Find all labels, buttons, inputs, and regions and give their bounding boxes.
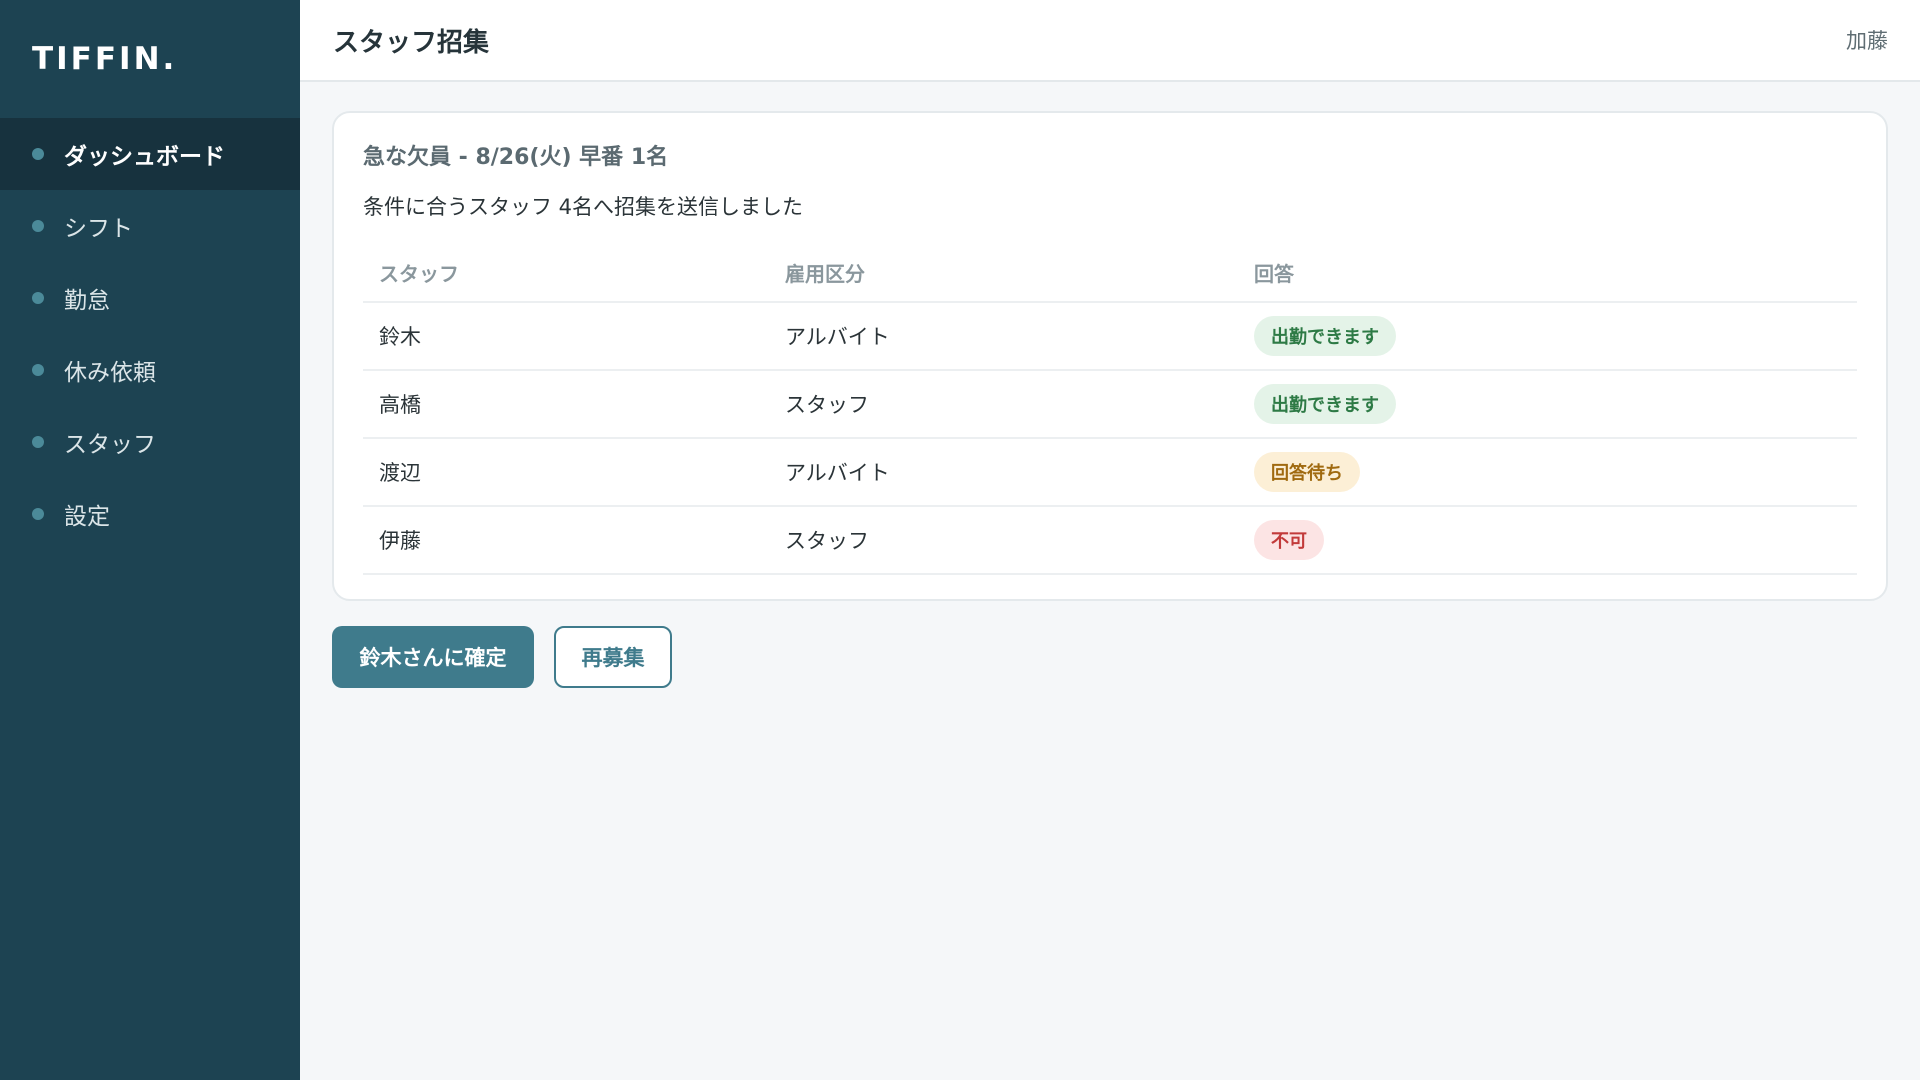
response-cell: 出勤できます	[1238, 370, 1857, 439]
dot-icon	[32, 148, 44, 160]
sidebar-nav: ダッシュボード シフト 勤怠 休み依頼 スタッフ 設定	[0, 118, 300, 550]
dot-icon	[32, 364, 44, 376]
dot-icon	[32, 508, 44, 520]
employment-type: スタッフ	[769, 506, 1238, 575]
response-cell: 出勤できます	[1238, 302, 1857, 371]
sidebar-item-staff[interactable]: スタッフ	[0, 406, 300, 478]
main-area: スタッフ招集 加藤 急な欠員 - 8/26(火) 早番 1名 条件に合うスタッフ…	[300, 0, 1920, 1080]
re-recruit-button[interactable]: 再募集	[554, 626, 672, 688]
sidebar-item-label: スタッフ	[64, 432, 156, 458]
employment-type: スタッフ	[769, 370, 1238, 439]
column-header-employment-type: 雇用区分	[769, 243, 1238, 303]
sidebar-item-dashboard[interactable]: ダッシュボード	[0, 118, 300, 190]
user-name[interactable]: 加藤	[1846, 25, 1888, 55]
table-row: 高橋 スタッフ 出勤できます	[363, 370, 1857, 439]
action-bar: 鈴木さんに確定 再募集	[332, 626, 1888, 688]
column-header-staff: スタッフ	[363, 243, 769, 303]
status-badge: 出勤できます	[1254, 316, 1396, 356]
status-badge: 回答待ち	[1254, 452, 1360, 492]
dot-icon	[32, 436, 44, 448]
recruitment-card: 急な欠員 - 8/26(火) 早番 1名 条件に合うスタッフ 4名へ招集を送信し…	[332, 111, 1888, 601]
page-title: スタッフ招集	[333, 27, 490, 58]
sidebar-item-label: シフト	[64, 216, 133, 242]
confirm-suzuki-button[interactable]: 鈴木さんに確定	[332, 626, 534, 688]
card-title: 急な欠員 - 8/26(火) 早番 1名	[363, 145, 669, 170]
dot-icon	[32, 220, 44, 232]
app-logo: TIFFIN.	[32, 41, 178, 77]
app-root: TIFFIN. ダッシュボード シフト 勤怠 休み依頼 スタッフ 設定 スタッフ…	[0, 0, 1920, 1080]
response-cell: 不可	[1238, 506, 1857, 575]
sidebar-item-label: 休み依頼	[64, 360, 156, 386]
response-cell: 回答待ち	[1238, 438, 1857, 507]
table-header-row: スタッフ 雇用区分 回答	[363, 243, 1857, 303]
sidebar-item-leave-requests[interactable]: 休み依頼	[0, 334, 300, 406]
dot-icon	[32, 292, 44, 304]
sidebar-item-label: ダッシュボード	[64, 144, 225, 170]
staff-name: 高橋	[363, 370, 769, 439]
sidebar-item-settings[interactable]: 設定	[0, 478, 300, 550]
table-row: 鈴木 アルバイト 出勤できます	[363, 302, 1857, 371]
status-badge: 不可	[1254, 520, 1324, 560]
content: 急な欠員 - 8/26(火) 早番 1名 条件に合うスタッフ 4名へ招集を送信し…	[300, 82, 1920, 688]
column-header-response: 回答	[1238, 243, 1857, 303]
staff-name: 鈴木	[363, 302, 769, 371]
table-row: 伊藤 スタッフ 不可	[363, 506, 1857, 575]
employment-type: アルバイト	[769, 438, 1238, 507]
sidebar-item-label: 設定	[64, 504, 110, 530]
table-row: 渡辺 アルバイト 回答待ち	[363, 438, 1857, 507]
top-bar: スタッフ招集 加藤	[300, 0, 1920, 82]
employment-type: アルバイト	[769, 302, 1238, 371]
sidebar-item-shift[interactable]: シフト	[0, 190, 300, 262]
card-description: 条件に合うスタッフ 4名へ招集を送信しました	[363, 195, 804, 219]
sidebar-item-label: 勤怠	[64, 288, 110, 314]
status-badge: 出勤できます	[1254, 384, 1396, 424]
staff-name: 渡辺	[363, 438, 769, 507]
sidebar-item-attendance[interactable]: 勤怠	[0, 262, 300, 334]
staff-response-table: スタッフ 雇用区分 回答 鈴木 アルバイト 出勤できます 高橋 スタッフ 出勤で…	[363, 243, 1857, 575]
staff-name: 伊藤	[363, 506, 769, 575]
sidebar: TIFFIN. ダッシュボード シフト 勤怠 休み依頼 スタッフ 設定	[0, 0, 300, 1080]
